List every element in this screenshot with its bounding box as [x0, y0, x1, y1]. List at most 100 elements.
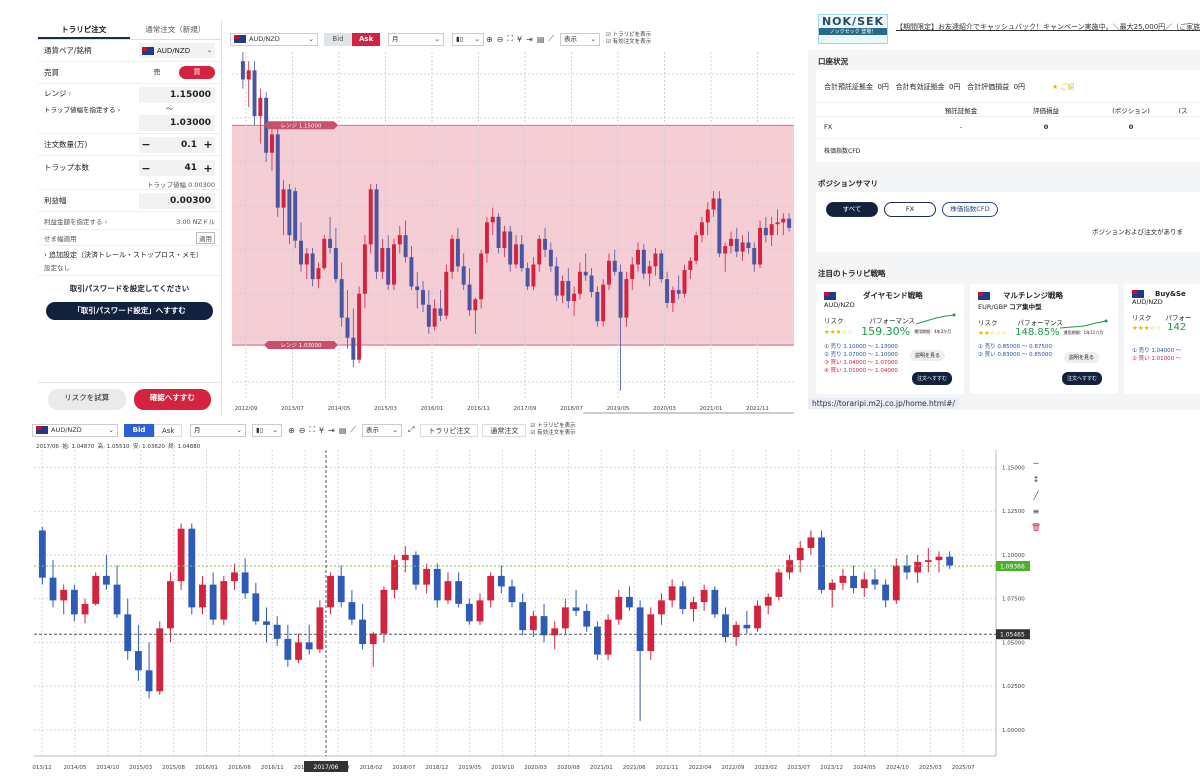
top-pair-select[interactable]: AUD/NZD ⌄: [230, 32, 318, 46]
setback-toggle[interactable]: 適用: [196, 231, 215, 244]
buy-toggle[interactable]: 買: [179, 66, 215, 79]
traps-value[interactable]: 41: [153, 163, 201, 173]
candle-body: [455, 581, 463, 604]
x-tick-label: 2020/03: [653, 406, 676, 412]
cursor-date-text: 2017/06: [314, 764, 339, 771]
featured-strategies-title: 注目のトラリピ戦略: [818, 269, 886, 278]
candle-body: [572, 607, 580, 611]
range-low-input[interactable]: 1.03000: [139, 115, 215, 131]
chart-scrollbar: [583, 412, 794, 414]
candle-body: [618, 271, 623, 318]
tab-trarip-order[interactable]: トラリピ注文: [38, 20, 130, 39]
candle-body: [682, 269, 687, 294]
hline-tool-icon[interactable]: ─: [1033, 459, 1039, 468]
trarip-order-button[interactable]: トラリピ注文: [420, 423, 479, 437]
top-ask-button[interactable]: Ask: [352, 32, 380, 46]
doc-icon[interactable]: ▤: [339, 426, 347, 435]
bottom-ask-button[interactable]: Ask: [154, 423, 182, 437]
tab-normal-order[interactable]: 通常注文（新規）: [130, 20, 222, 39]
zoom-out-icon[interactable]: ⊖: [497, 35, 504, 44]
chart-icon[interactable]: ⟋: [350, 425, 356, 435]
bottom-display-select[interactable]: 表示 ⌄: [361, 423, 402, 437]
top-period-select[interactable]: 月 ⌄: [388, 32, 444, 46]
candle-body: [717, 198, 722, 254]
top-price-chart[interactable]: 2012/09 2013/07 2014/05 2015/03 2016/01 2016/…: [228, 48, 798, 414]
traps-stepper[interactable]: − 41 +: [139, 160, 215, 176]
advanced-label[interactable]: › 追加設定（決済トレール・ストップロス・メモ）: [44, 250, 215, 260]
range-high-input[interactable]: 1.15000: [139, 87, 215, 103]
profit-amount-link[interactable]: 利益金額を指定する ›: [44, 216, 107, 226]
strategy-go-button[interactable]: 注文へすすむ: [1062, 372, 1103, 385]
candle-body: [583, 271, 588, 276]
top-chart-type-select[interactable]: ▮▯ ⌄: [452, 32, 484, 46]
jump-end-icon[interactable]: ⇥: [526, 35, 533, 44]
strategy-go-button[interactable]: 注文へすすむ: [912, 372, 953, 385]
trend-tool-icon[interactable]: ╱: [1033, 490, 1040, 500]
doc-icon[interactable]: ▤: [537, 35, 545, 44]
candle-body: [38, 530, 46, 578]
vline-tool-icon[interactable]: ↕: [1033, 475, 1040, 484]
confirm-button[interactable]: 確認へすすむ: [133, 389, 211, 410]
show-trarip-checkbox[interactable]: ☑ トラリピを表示: [530, 423, 575, 430]
bottom-bid-button[interactable]: Bid: [124, 423, 154, 437]
show-orders-checkbox[interactable]: ☑ 有効注文を表示: [530, 430, 575, 437]
scale-icon[interactable]: ¥: [517, 35, 522, 44]
trash-icon[interactable]: 🗑: [1031, 523, 1041, 532]
strategy-pair: AUD/NZD: [1132, 298, 1163, 306]
qty-value[interactable]: 0.1: [153, 140, 201, 150]
zoom-out-icon[interactable]: ⊖: [299, 426, 306, 435]
candle-body: [70, 589, 78, 615]
show-trarip-checkbox[interactable]: ☑ トラリピを表示: [606, 32, 651, 39]
plus-icon[interactable]: +: [201, 138, 215, 151]
fit-icon[interactable]: ⛶: [507, 34, 513, 44]
candle-body: [102, 575, 110, 585]
risk-estimate-button[interactable]: リスクを試算: [48, 389, 126, 410]
bottom-chart-type-select[interactable]: ▮▯ ⌄: [252, 423, 282, 437]
candle-body: [113, 584, 121, 615]
campaign-banner[interactable]: NOK/SEK ノックセック 登場！ 【期間限定】お友達紹介でキャッシュバック！…: [808, 0, 1200, 50]
qty-stepper[interactable]: − 0.1 +: [139, 136, 215, 153]
candle-body: [92, 575, 100, 604]
jump-end-icon[interactable]: ⇥: [328, 426, 335, 435]
minus-icon[interactable]: −: [139, 162, 153, 175]
top-bid-button[interactable]: Bid: [324, 32, 352, 46]
show-orders-checkbox[interactable]: ☑ 有効注文を表示: [606, 39, 651, 46]
normal-order-button[interactable]: 通常注文: [482, 423, 527, 437]
strategy-detail-button[interactable]: 説明を見る: [1064, 352, 1100, 363]
chart-icon[interactable]: ⟋: [548, 34, 554, 44]
strategy-card-diamond[interactable]: ダイヤモンド戦略 AUD/NZD リスク パフォーマンス ★★★☆☆ 159.30%…: [816, 284, 964, 394]
pos-tab-fx[interactable]: FX: [884, 202, 936, 217]
x-tick-label: 2016/11: [261, 765, 284, 771]
zoom-in-icon[interactable]: ⊕: [288, 426, 295, 435]
candle-body: [508, 586, 516, 603]
candle-body: [699, 222, 704, 236]
minus-icon[interactable]: −: [139, 138, 153, 151]
profit-input[interactable]: 0.00300: [139, 192, 215, 209]
sell-toggle[interactable]: 売: [139, 66, 175, 79]
zoom-in-icon[interactable]: ⊕: [486, 35, 493, 44]
candle-body: [444, 581, 452, 601]
candle-body: [380, 589, 388, 634]
chevron-down-icon: ⌄: [236, 425, 242, 434]
pos-tab-cfd[interactable]: 株価指数CFD: [942, 202, 998, 217]
trap-width-link[interactable]: トラップ値幅を指定する ›: [44, 104, 120, 114]
password-setting-button[interactable]: 「取引パスワード設定」へすすむ: [46, 302, 213, 320]
strategy-card-multirange[interactable]: マルチレンジ戦略 EUR/GBP コア集中型 リスク パフォーマンス ★★☆☆☆ 1…: [970, 284, 1118, 394]
plus-icon[interactable]: +: [201, 162, 215, 175]
advanced-block[interactable]: › 追加設定（決済トレール・ストップロス・メモ） 設定なし: [38, 246, 221, 276]
strategy-detail-button[interactable]: 説明を見る: [910, 350, 946, 361]
scale-icon[interactable]: ¥: [319, 426, 324, 435]
bottom-pair-select[interactable]: AUD/NZD ⌄: [32, 423, 118, 437]
strategy-card-buysell[interactable]: Buy&Se AUD/NZD リスク パフォー ★★★☆☆ 142 ① 売り 1.0…: [1124, 284, 1200, 394]
bottom-price-chart[interactable]: 013/12 2014/05 2014/10 2015/03 2015/08 2016/0…: [30, 440, 1046, 776]
fit-icon[interactable]: ⛶: [309, 425, 315, 435]
pos-tab-all[interactable]: すべて: [826, 202, 878, 217]
top-display-select[interactable]: 表示 ⌄: [559, 32, 600, 46]
fib-tool-icon[interactable]: ≡: [1033, 507, 1040, 516]
campaign-link[interactable]: 【期間限定】お友達紹介でキャッシュバック！キャンペーン実施中。＼最大25,000…: [896, 22, 1200, 32]
expand-icon[interactable]: ⤢: [408, 425, 414, 435]
pair-select[interactable]: AUD/NZD ⌄: [139, 43, 215, 58]
bottom-period-select[interactable]: 月 ⌄: [190, 423, 246, 437]
candle-body: [818, 537, 825, 590]
candle-body: [554, 266, 559, 296]
